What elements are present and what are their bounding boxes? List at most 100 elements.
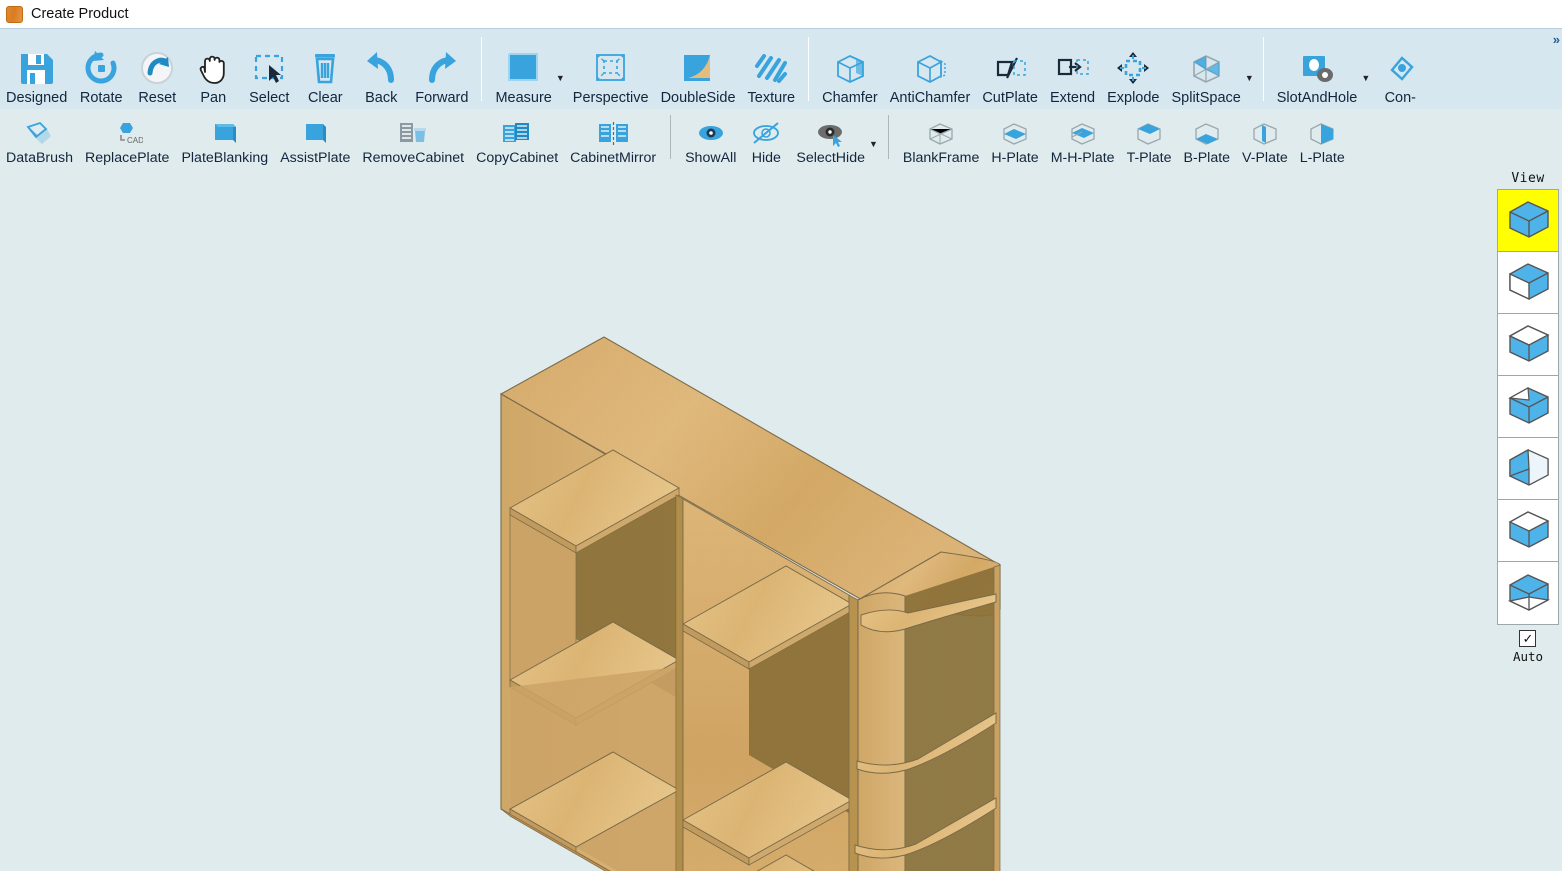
view-preset-view-left[interactable]: [1498, 438, 1558, 500]
view-preset-view-top-open[interactable]: [1498, 314, 1558, 376]
toolbar-button-perspective[interactable]: Perspective: [567, 29, 655, 109]
window-title: Create Product: [31, 6, 129, 22]
toolbar-button-back[interactable]: Back: [353, 29, 409, 109]
toolbar-button-blankframe[interactable]: BlankFrame: [897, 109, 985, 169]
toolbar-button-h-plate[interactable]: H-Plate: [985, 109, 1044, 169]
app-window: Create Product Designed Rotate Reset Pan Sel…: [0, 0, 1562, 871]
view-preset-view-isometric[interactable]: [1498, 190, 1558, 252]
eye-cursor-icon: [813, 119, 849, 149]
toolbar-button-label: AssistPlate: [280, 150, 351, 167]
ribbon-overflow-icon[interactable]: »: [1553, 32, 1560, 47]
toolbar-button-label: CutPlate: [982, 89, 1038, 106]
toolbar-button-select[interactable]: Select: [241, 29, 297, 109]
toolbar-button-forward[interactable]: Forward: [409, 29, 474, 109]
toolbar-button-copycabinet[interactable]: CopyCabinet: [470, 109, 564, 169]
view-preset-view-bottom[interactable]: [1498, 500, 1558, 562]
toolbar-button-cabinetmirror[interactable]: CabinetMirror: [564, 109, 662, 169]
toolbar-button-label: ReplacePlate: [85, 150, 170, 167]
auto-checkbox-group[interactable]: ✓ Auto: [1513, 630, 1543, 664]
cube-iso-icon: [1502, 194, 1554, 247]
model-3d-render: [499, 336, 1002, 871]
toolbar-button-clear[interactable]: Clear: [297, 29, 353, 109]
save-floppy-icon: [15, 47, 59, 89]
viewport-3d[interactable]: View ✓ Auto: [0, 169, 1562, 871]
toolbar-button-label: Clear: [307, 89, 343, 106]
vertical-plate-icon: [1247, 119, 1283, 149]
toolbar-button-label: DataBrush: [6, 150, 74, 167]
doubleside-fold-icon: [676, 47, 720, 89]
toolbar-button-databrush[interactable]: DataBrush: [0, 109, 79, 169]
eye-icon: [693, 119, 729, 149]
toolbar-button-label: ShowAll: [685, 150, 737, 167]
toolbar-button-explode[interactable]: Explode: [1101, 29, 1165, 109]
explode-arrows-icon: [1111, 47, 1155, 89]
view-preset-list: [1497, 189, 1559, 625]
undo-arrow-icon: [359, 47, 403, 89]
toolbar-button-label: Forward: [415, 89, 469, 106]
toolbar-button-label: Texture: [747, 89, 796, 106]
view-panel: View ✓ Auto: [1494, 169, 1562, 677]
toolbar-button-b-plate[interactable]: B-Plate: [1178, 109, 1237, 169]
toolbar-button-label: PlateBlanking: [181, 150, 269, 167]
toolbar-separator: [808, 37, 810, 101]
cube-top-open-icon: [1502, 318, 1554, 371]
view-preset-view-front[interactable]: [1498, 252, 1558, 314]
toolbar-button-label: Explode: [1107, 89, 1160, 106]
toolbar-button-label: Measure: [495, 89, 552, 106]
view-preset-view-inside[interactable]: [1498, 562, 1558, 624]
toolbar-button-assistplate[interactable]: AssistPlate: [274, 109, 356, 169]
toolbar-button-replaceplate[interactable]: CAD ReplacePlate: [79, 109, 175, 169]
toolbar-button-texture[interactable]: Texture: [742, 29, 802, 109]
toolbar-button-t-plate[interactable]: T-Plate: [1121, 109, 1178, 169]
toolbar-button-label: Designed: [6, 89, 68, 106]
toolbar-button-removecabinet[interactable]: RemoveCabinet: [356, 109, 470, 169]
toolbar-button-label: V-Plate: [1242, 150, 1288, 167]
cube-left-icon: [1502, 442, 1554, 495]
ribbon-row-secondary: DataBrush CAD ReplacePlate PlateBlanking Ass…: [0, 109, 1562, 169]
toolbar-button-showall[interactable]: ShowAll: [679, 109, 742, 169]
auto-checkbox[interactable]: ✓: [1519, 630, 1537, 647]
slot-and-hole-icon: [1295, 47, 1339, 89]
toolbar-button-label: CopyCabinet: [476, 150, 559, 167]
toolbar-button-antichamfer[interactable]: AntiChamfer: [884, 29, 977, 109]
toolbar-button-rotate[interactable]: Rotate: [73, 29, 129, 109]
auto-label: Auto: [1512, 649, 1544, 664]
toolbar-button-label: RemoveCabinet: [362, 150, 465, 167]
cabinet-mirror-icon: [595, 119, 631, 149]
toolbar-button-measure[interactable]: Measure: [489, 29, 557, 109]
toolbar-button-label: L-Plate: [1299, 150, 1345, 167]
toolbar-button-m-h-plate[interactable]: M-H-Plate: [1045, 109, 1121, 169]
toolbar-button-cutplate[interactable]: CutPlate: [976, 29, 1044, 109]
toolbar-button-chamfer[interactable]: Chamfer: [816, 29, 884, 109]
chamfer-cube-icon: [828, 47, 872, 89]
toolbar-button-v-plate[interactable]: V-Plate: [1236, 109, 1294, 169]
toolbar-button-plateblanking[interactable]: PlateBlanking: [175, 109, 274, 169]
toolbar-button-slotandhole[interactable]: SlotAndHole: [1271, 29, 1364, 109]
plate-icon: [207, 119, 243, 149]
wireframe-cube-icon: [923, 119, 959, 149]
texture-stripes-icon: [749, 47, 793, 89]
toolbar-button-label: Pan: [200, 89, 227, 106]
toolbar-button-label: Con-: [1384, 89, 1416, 106]
svg-text:CAD: CAD: [127, 136, 143, 145]
cutplate-icon: [988, 47, 1032, 89]
toolbar-button-hide[interactable]: Hide: [742, 109, 790, 169]
toolbar-button-label: Back: [365, 89, 398, 106]
toolbar-button-doubleside[interactable]: DoubleSide: [655, 29, 742, 109]
toolbar-button-selecthide[interactable]: SelectHide: [790, 109, 871, 169]
cube-inside-icon: [1502, 567, 1554, 620]
toolbar-button-designed[interactable]: Designed: [0, 29, 73, 109]
ribbon-toolbar: Designed Rotate Reset Pan Select Clear Back For…: [0, 28, 1562, 169]
toolbar-button-extend[interactable]: Extend: [1044, 29, 1101, 109]
toolbar-button-reset[interactable]: Reset: [129, 29, 185, 109]
toolbar-button-splitspace[interactable]: SplitSpace: [1166, 29, 1247, 109]
toolbar-button-label: Select: [249, 89, 290, 106]
view-preset-view-corner-cut[interactable]: [1498, 376, 1558, 438]
cube-corner-cut-icon: [1502, 380, 1554, 433]
toolbar-button-label: Extend: [1049, 89, 1096, 106]
toolbar-button-l-plate[interactable]: L-Plate: [1294, 109, 1351, 169]
marquee-cursor-icon: [247, 47, 291, 89]
connector-icon: [1378, 47, 1422, 89]
toolbar-button-pan[interactable]: Pan: [185, 29, 241, 109]
toolbar-button-con[interactable]: Con-: [1372, 29, 1428, 109]
